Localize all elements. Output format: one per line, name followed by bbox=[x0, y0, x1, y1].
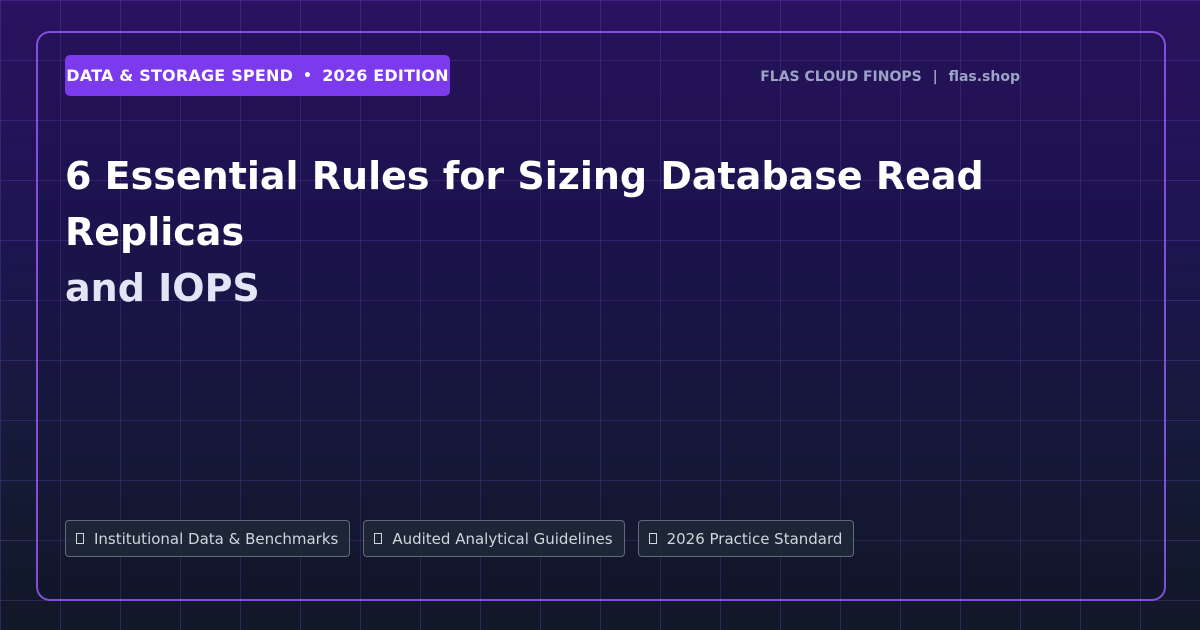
brand-site: flas.shop bbox=[948, 69, 1020, 85]
tag-label: Audited Analytical Guidelines bbox=[392, 529, 613, 548]
title-line-1: 6 Essential Rules for Sizing Database Re… bbox=[65, 154, 984, 254]
tag-label: 2026 Practice Standard bbox=[666, 529, 843, 548]
box-icon bbox=[76, 533, 84, 544]
tag-item: Institutional Data & Benchmarks bbox=[65, 520, 351, 557]
category-badge: DATA & STORAGE SPEND • 2026 EDITION bbox=[65, 55, 450, 96]
content-card bbox=[36, 31, 1166, 601]
box-icon bbox=[648, 533, 657, 544]
page-title: 6 Essential Rules for Sizing Database Re… bbox=[65, 148, 1125, 316]
tag-item: 2026 Practice Standard bbox=[637, 520, 855, 557]
badge-separator: • bbox=[303, 67, 313, 84]
title-line-2: and IOPS bbox=[65, 266, 260, 310]
box-icon bbox=[374, 533, 383, 544]
brand-separator: | bbox=[932, 69, 938, 85]
brand-name: FLAS CLOUD FINOPS bbox=[760, 69, 922, 85]
tag-label: Institutional Data & Benchmarks bbox=[94, 529, 339, 548]
tag-item: Audited Analytical Guidelines bbox=[363, 520, 625, 557]
badge-edition: 2026 EDITION bbox=[322, 66, 449, 85]
tag-list: Institutional Data & Benchmarks Audited … bbox=[65, 520, 855, 557]
brand-label: FLAS CLOUD FINOPS | flas.shop bbox=[760, 69, 1020, 85]
badge-category: DATA & STORAGE SPEND bbox=[66, 66, 294, 85]
